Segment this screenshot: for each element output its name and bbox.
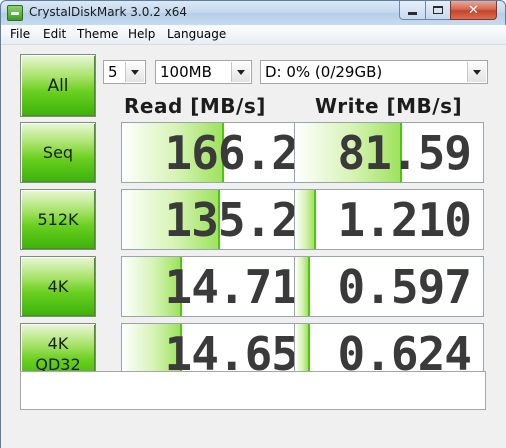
512k-write-result: 1.210 [294, 189, 484, 250]
seq-write-value: 81.59 [337, 126, 472, 180]
4k-write-value: 0.597 [337, 260, 472, 314]
512k-write-value: 1.210 [337, 193, 472, 247]
test-label-line1: Seq [42, 143, 74, 162]
window-title: CrystalDiskMark 3.0.2 x64 [29, 5, 187, 19]
drive-value: D: 0% (0/29GB) [265, 63, 383, 81]
run-all-label: All [47, 75, 69, 96]
write-bar [295, 257, 311, 316]
maximize-icon [433, 6, 443, 14]
menu-bar: File Edit Theme Help Language [1, 25, 506, 45]
4k-read-value: 14.71 [164, 260, 299, 314]
comment-field[interactable] [20, 371, 486, 410]
test-label-line1: 4K [47, 333, 69, 353]
test-label-line1: 4K [47, 277, 69, 296]
seq-read-result: 166.2 [121, 122, 311, 183]
test-size-select[interactable]: 100MB [155, 60, 252, 84]
menu-edit[interactable]: Edit [43, 27, 66, 41]
test-size-value: 100MB [160, 63, 212, 81]
chevron-down-icon[interactable] [125, 62, 144, 82]
seq-read-value: 166.2 [164, 126, 299, 180]
chevron-down-icon[interactable] [231, 62, 250, 82]
close-icon: ✕ [468, 2, 479, 18]
write-column-header: Write [MB/s] [315, 94, 463, 118]
minimize-icon [408, 11, 417, 15]
512k-test-button[interactable]: 512K [20, 189, 96, 250]
4k-read-result: 14.71 [121, 256, 311, 317]
title-bar[interactable]: CrystalDiskMark 3.0.2 x64 ✕ [1, 1, 505, 25]
4k-test-button[interactable]: 4K [20, 256, 96, 317]
menu-theme[interactable]: Theme [77, 27, 118, 41]
512k-read-value: 135.2 [164, 193, 299, 247]
drive-select[interactable]: D: 0% (0/29GB) [260, 60, 488, 84]
menu-file[interactable]: File [10, 27, 30, 41]
test-count-select[interactable]: 5 [103, 60, 146, 84]
read-column-header: Read [MB/s] [124, 94, 266, 118]
menu-language[interactable]: Language [167, 27, 226, 41]
run-all-button[interactable]: All [20, 54, 96, 117]
close-button[interactable]: ✕ [450, 1, 497, 20]
512k-read-result: 135.2 [121, 189, 311, 250]
seq-write-result: 81.59 [294, 122, 484, 183]
test-label-line1: 512K [37, 210, 79, 229]
4k-write-result: 0.597 [294, 256, 484, 317]
chevron-down-icon[interactable] [467, 62, 486, 82]
write-bar [295, 190, 316, 249]
minimize-button[interactable] [399, 1, 426, 20]
menu-help[interactable]: Help [128, 27, 155, 41]
crystaldiskmark-app-icon [7, 5, 23, 21]
maximize-button[interactable] [425, 1, 451, 20]
test-count-value: 5 [108, 63, 118, 81]
seq-test-button[interactable]: Seq [20, 122, 96, 183]
